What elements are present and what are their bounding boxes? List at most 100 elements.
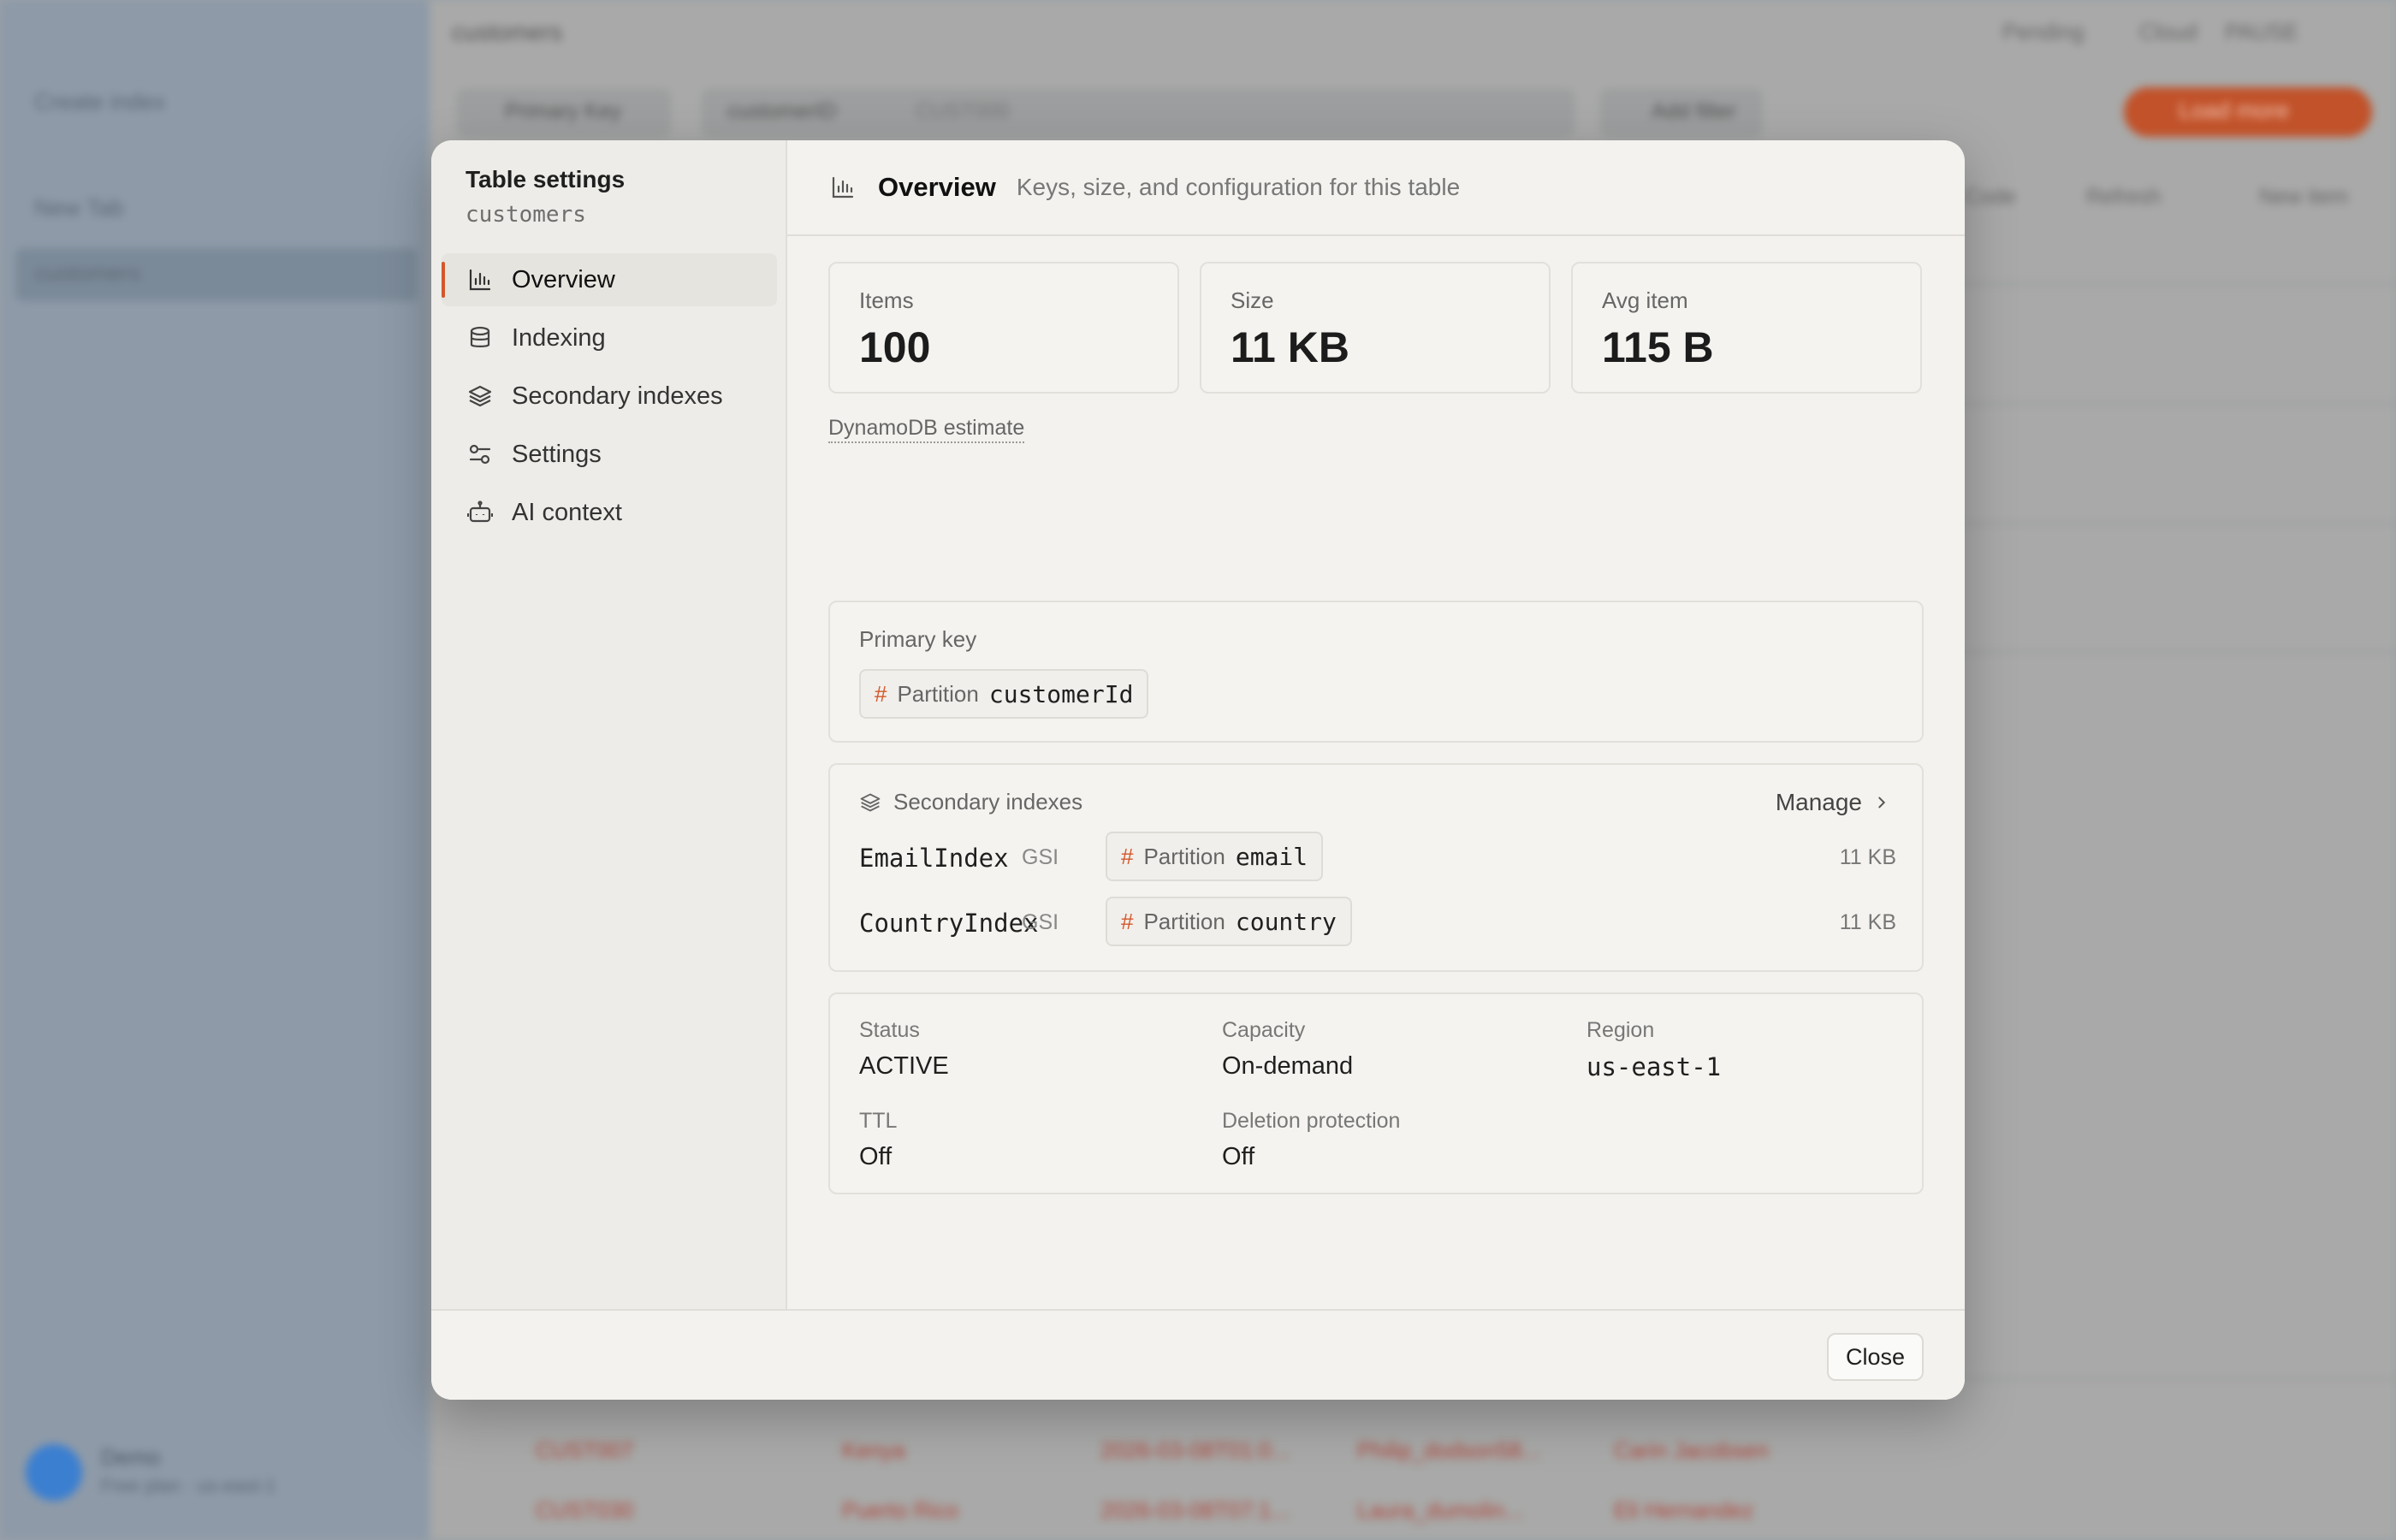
database-icon bbox=[467, 325, 493, 351]
index-kind: GSI bbox=[1022, 910, 1059, 934]
bar-chart-icon bbox=[467, 267, 493, 293]
key-type: Partition bbox=[1143, 908, 1225, 934]
chevron-right-icon bbox=[1878, 797, 1886, 808]
layers-icon bbox=[467, 383, 493, 409]
sliders-icon bbox=[467, 441, 493, 467]
bar-chart-icon bbox=[830, 175, 856, 200]
region-value: us-east-1 bbox=[1586, 1052, 1722, 1081]
modal-sidebar: Table settings customers Overview Indexi… bbox=[431, 140, 787, 1309]
nav-item-settings[interactable]: Settings bbox=[442, 428, 777, 481]
stat-label: Size bbox=[1231, 287, 1274, 313]
partition-key-chip: # Partition customerId bbox=[859, 669, 1149, 719]
index-kind: GSI bbox=[1022, 845, 1059, 869]
hash-icon: # bbox=[1121, 843, 1134, 869]
primary-key-card: Primary key # Partition customerId bbox=[828, 601, 1924, 743]
region-label: Region bbox=[1586, 1018, 1655, 1042]
hash-icon: # bbox=[875, 680, 887, 707]
bg-table-cell: Carin Jacobsen bbox=[1614, 1437, 1769, 1463]
bg-table-cell: CUST030 bbox=[536, 1497, 634, 1523]
nav-item-secondary-indexes[interactable]: Secondary indexes bbox=[442, 370, 777, 423]
nav-label: AI context bbox=[512, 498, 622, 526]
bg-key-select[interactable]: Primary Key bbox=[457, 89, 671, 137]
primary-key-label: Primary key bbox=[859, 626, 977, 652]
bg-load-button[interactable]: Load more bbox=[2124, 87, 2372, 137]
bg-table-cell: CUST007 bbox=[536, 1437, 634, 1463]
secondary-indexes-label: Secondary indexes bbox=[893, 789, 1083, 814]
status-value: ACTIVE bbox=[859, 1052, 949, 1080]
bg-cloud[interactable]: Cloud bbox=[2139, 19, 2197, 45]
bg-table-cell: Philip_dodson58... bbox=[1357, 1437, 1540, 1463]
manage-link[interactable]: Manage bbox=[1776, 789, 1889, 816]
nav-item-ai-context[interactable]: AI context bbox=[442, 486, 777, 539]
nav-label: Overview bbox=[512, 265, 615, 293]
nav-item-overview[interactable]: Overview bbox=[442, 253, 777, 306]
bg-table-cell: 2026-03-08T07:1... bbox=[1100, 1497, 1290, 1523]
secondary-indexes-heading: Secondary indexes bbox=[859, 789, 1082, 815]
key-type: Partition bbox=[1143, 843, 1225, 869]
bg-page-title: customers bbox=[452, 19, 563, 45]
bg-sidebar-item-customers[interactable]: customers bbox=[34, 260, 141, 287]
stat-label: Avg item bbox=[1602, 287, 1688, 313]
overview-header: Overview Keys, size, and configuration f… bbox=[787, 140, 1965, 236]
table-meta-card: Status ACTIVE Capacity On-demand Region … bbox=[828, 992, 1924, 1194]
deletion-protection-label: Deletion protection bbox=[1222, 1109, 1401, 1133]
bg-table-cell: 2026-03-08T01:0... bbox=[1100, 1437, 1290, 1463]
bg-key-input[interactable]: customerID CUST000 bbox=[702, 89, 1575, 137]
stat-card-avg-item: Avg item 115 B bbox=[1571, 262, 1922, 394]
bg-sidebar-item-create-index[interactable]: Create index bbox=[34, 89, 165, 116]
stat-value: 100 bbox=[859, 323, 931, 371]
table-name: customers bbox=[466, 202, 586, 228]
index-size: 11 KB bbox=[1839, 845, 1896, 869]
bg-table-cell: Kenya bbox=[842, 1437, 905, 1463]
layers-icon bbox=[859, 791, 881, 814]
table-settings-modal: Table settings customers Overview Indexi… bbox=[431, 140, 1965, 1400]
bg-table-cell: Puerto Rico bbox=[842, 1497, 958, 1523]
status-label: Status bbox=[859, 1018, 920, 1042]
bg-table-cell: Laura_dumolin... bbox=[1357, 1497, 1523, 1523]
section-subtitle: Keys, size, and configuration for this t… bbox=[1016, 174, 1461, 200]
modal-title: Table settings bbox=[466, 166, 626, 192]
close-button[interactable]: Close bbox=[1826, 1333, 1924, 1381]
bg-sidebar-item-new-tab[interactable]: New Tab bbox=[34, 195, 124, 222]
key-name: country bbox=[1235, 907, 1337, 936]
capacity-value: On-demand bbox=[1222, 1052, 1354, 1080]
bg-pending: Pending bbox=[2002, 19, 2085, 44]
bg-refresh-button[interactable]: Refresh bbox=[2086, 185, 2162, 210]
nav-label: Indexing bbox=[512, 323, 606, 352]
bg-new-item-button[interactable]: New item bbox=[2259, 185, 2348, 210]
bg-user-name: Demo bbox=[101, 1444, 161, 1470]
key-name: email bbox=[1235, 842, 1308, 871]
avatar[interactable] bbox=[26, 1444, 82, 1501]
hash-icon: # bbox=[1121, 908, 1134, 934]
modal-footer: Close bbox=[431, 1309, 1965, 1400]
stat-card-size: Size 11 KB bbox=[1200, 262, 1551, 394]
bg-code-button[interactable]: Code bbox=[1965, 185, 2016, 210]
bg-pause[interactable]: PAUSE bbox=[2225, 19, 2298, 45]
bg-add-filter[interactable]: Add filter bbox=[1600, 89, 1763, 137]
deletion-protection-value: Off bbox=[1222, 1143, 1255, 1170]
robot-icon bbox=[467, 500, 493, 525]
secondary-indexes-card: Secondary indexes Manage EmailIndex GSI … bbox=[828, 763, 1924, 972]
bg-user-sub: Free plan · us-east-1 bbox=[101, 1475, 276, 1496]
key-type: Partition bbox=[897, 680, 979, 707]
nav-label: Secondary indexes bbox=[512, 382, 723, 410]
section-title: Overview bbox=[878, 172, 996, 202]
stat-card-items: Items 100 bbox=[828, 262, 1179, 394]
capacity-label: Capacity bbox=[1222, 1018, 1306, 1042]
nav-label: Settings bbox=[512, 440, 602, 468]
stat-value: 11 KB bbox=[1231, 323, 1349, 371]
index-partition-chip: # Partition country bbox=[1106, 897, 1352, 946]
manage-label: Manage bbox=[1775, 789, 1862, 815]
index-name: CountryIndex bbox=[859, 909, 1039, 938]
index-partition-chip: # Partition email bbox=[1106, 832, 1324, 881]
estimate-note[interactable]: DynamoDB estimate bbox=[828, 416, 1025, 443]
background-sidebar: Create index New Tab customers Demo Free… bbox=[0, 0, 430, 1540]
index-name: EmailIndex bbox=[859, 844, 1009, 873]
nav-item-indexing[interactable]: Indexing bbox=[442, 311, 777, 364]
stat-value: 115 B bbox=[1602, 323, 1714, 371]
bg-table-cell: Eli Hernandez bbox=[1614, 1497, 1754, 1523]
ttl-label: TTL bbox=[859, 1109, 898, 1133]
index-size: 11 KB bbox=[1839, 910, 1896, 934]
ttl-value: Off bbox=[859, 1143, 893, 1170]
stat-label: Items bbox=[859, 287, 914, 313]
